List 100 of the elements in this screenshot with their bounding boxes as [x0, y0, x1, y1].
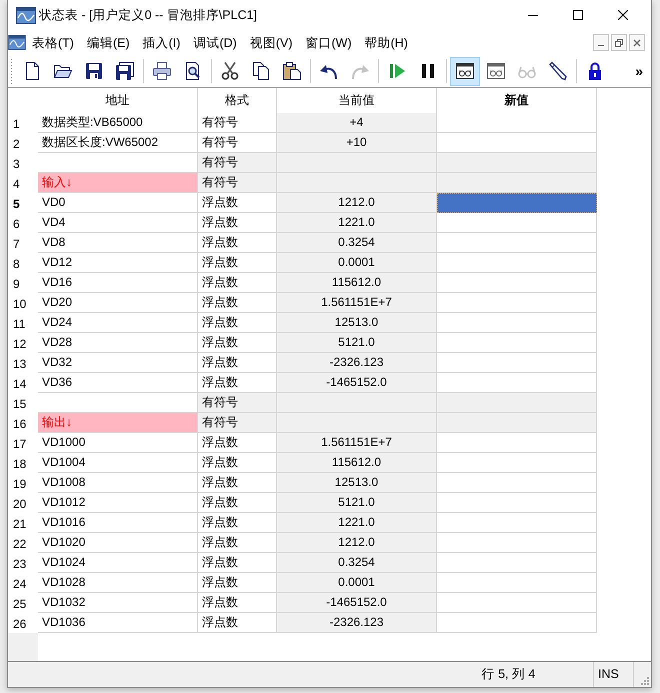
table-cell: VD36 — [38, 373, 198, 393]
minimize-icon — [528, 14, 538, 16]
row-number[interactable]: 17 — [8, 433, 38, 453]
new-value-field[interactable] — [437, 113, 597, 133]
scissors-icon — [220, 61, 240, 81]
row-number[interactable]: 9 — [8, 273, 38, 293]
new-value-field[interactable] — [437, 333, 597, 353]
table-cell: 数据区长度:VW65002 — [38, 133, 198, 153]
table-cell: 5121.0 — [277, 493, 437, 513]
row-number[interactable]: 22 — [8, 533, 38, 553]
table-cell: -1465152.0 — [277, 373, 437, 393]
new-value-field[interactable] — [437, 193, 597, 213]
table-cell: 0.0001 — [277, 573, 437, 593]
menu-item[interactable]: 插入(I) — [136, 32, 186, 52]
table-cell: 输出↓ — [38, 413, 198, 433]
table-cell: 12513.0 — [277, 473, 437, 493]
child-restore-button[interactable] — [611, 34, 627, 51]
new-value-field[interactable] — [437, 413, 597, 433]
row-number[interactable]: 25 — [8, 593, 38, 613]
new-value-field[interactable] — [437, 313, 597, 333]
row-number[interactable]: 5 — [8, 193, 38, 213]
row-number[interactable]: 1 — [8, 113, 38, 133]
new-value-field[interactable] — [437, 513, 597, 533]
table-cell: 1221.0 — [277, 513, 437, 533]
child-minimize-button[interactable] — [593, 34, 609, 51]
table-cell: VD1016 — [38, 513, 198, 533]
menu-item[interactable]: 窗口(W) — [299, 32, 358, 52]
row-number[interactable]: 12 — [8, 333, 38, 353]
row-number[interactable]: 8 — [8, 253, 38, 273]
new-value-field[interactable] — [437, 593, 597, 613]
table-cell: 12513.0 — [277, 313, 437, 333]
table-cell: 5121.0 — [277, 333, 437, 353]
menu-item[interactable]: 帮助(H) — [358, 32, 414, 52]
pencil-icon — [548, 61, 568, 81]
new-value-field[interactable] — [437, 533, 597, 553]
menu-item[interactable]: 编辑(E) — [80, 32, 136, 52]
menu-item[interactable]: 视图(V) — [244, 32, 298, 52]
new-value-field[interactable] — [437, 273, 597, 293]
row-number[interactable]: 15 — [8, 393, 38, 413]
new-value-field[interactable] — [437, 433, 597, 453]
table-cell: 1221.0 — [277, 213, 437, 233]
table-cell: -1465152.0 — [277, 593, 437, 613]
status-chart-button[interactable] — [450, 56, 480, 86]
row-number[interactable]: 26 — [8, 613, 38, 633]
row-number[interactable]: 16 — [8, 413, 38, 433]
new-value-field[interactable] — [437, 213, 597, 233]
column-header[interactable]: 格式 — [198, 88, 277, 113]
row-number[interactable]: 23 — [8, 553, 38, 573]
column-header[interactable]: 新值 — [437, 88, 597, 113]
toolbar-overflow-button[interactable]: » — [633, 63, 645, 79]
table-cell: VD28 — [38, 333, 198, 353]
table-cell: 有符号 — [198, 173, 277, 193]
row-number[interactable]: 24 — [8, 573, 38, 593]
row-number[interactable]: 14 — [8, 373, 38, 393]
new-value-field[interactable] — [437, 153, 597, 173]
table-cell: 0.3254 — [277, 553, 437, 573]
new-value-field[interactable] — [437, 573, 597, 593]
row-number[interactable]: 4 — [8, 173, 38, 193]
table-cell: 有符号 — [198, 413, 277, 433]
table-cell: VD4 — [38, 213, 198, 233]
new-value-field[interactable] — [437, 493, 597, 513]
child-close-button[interactable] — [629, 34, 645, 51]
new-value-field[interactable] — [437, 553, 597, 573]
row-number[interactable]: 6 — [8, 213, 38, 233]
table-cell: 1.561151E+7 — [277, 433, 437, 453]
new-value-field[interactable] — [437, 233, 597, 253]
row-number[interactable]: 21 — [8, 513, 38, 533]
new-value-field[interactable] — [437, 173, 597, 193]
table-cell: VD32 — [38, 353, 198, 373]
new-value-field[interactable] — [437, 253, 597, 273]
table-cell: VD24 — [38, 313, 198, 333]
insert-mode-text: INS — [594, 662, 634, 687]
table-cell: -2326.123 — [277, 353, 437, 373]
row-number[interactable]: 11 — [8, 313, 38, 333]
row-number[interactable]: 18 — [8, 453, 38, 473]
table-cell: 有符号 — [198, 393, 277, 413]
table-cell: VD1020 — [38, 533, 198, 553]
row-number[interactable]: 19 — [8, 473, 38, 493]
row-number[interactable]: 3 — [8, 153, 38, 173]
new-value-field[interactable] — [437, 613, 597, 633]
new-value-field[interactable] — [437, 353, 597, 373]
menu-item[interactable]: 调试(D) — [187, 32, 243, 52]
window-glasses-icon — [455, 61, 475, 81]
close-icon — [633, 38, 641, 46]
play-icon — [387, 61, 407, 81]
new-value-field[interactable] — [437, 393, 597, 413]
row-number[interactable]: 13 — [8, 353, 38, 373]
row-number[interactable]: 7 — [8, 233, 38, 253]
row-number[interactable]: 2 — [8, 133, 38, 153]
row-number[interactable]: 10 — [8, 293, 38, 313]
restore-icon — [615, 38, 623, 46]
printer-icon — [152, 61, 172, 81]
menu-item[interactable]: 表格(T) — [26, 32, 80, 52]
new-value-field[interactable] — [437, 453, 597, 473]
column-header[interactable]: 地址 — [38, 88, 198, 113]
new-value-field[interactable] — [437, 473, 597, 493]
table-cell: VD1028 — [38, 573, 198, 593]
new-value-field[interactable] — [437, 293, 597, 313]
table-cell: VD1032 — [38, 593, 198, 613]
row-number[interactable]: 20 — [8, 493, 38, 513]
